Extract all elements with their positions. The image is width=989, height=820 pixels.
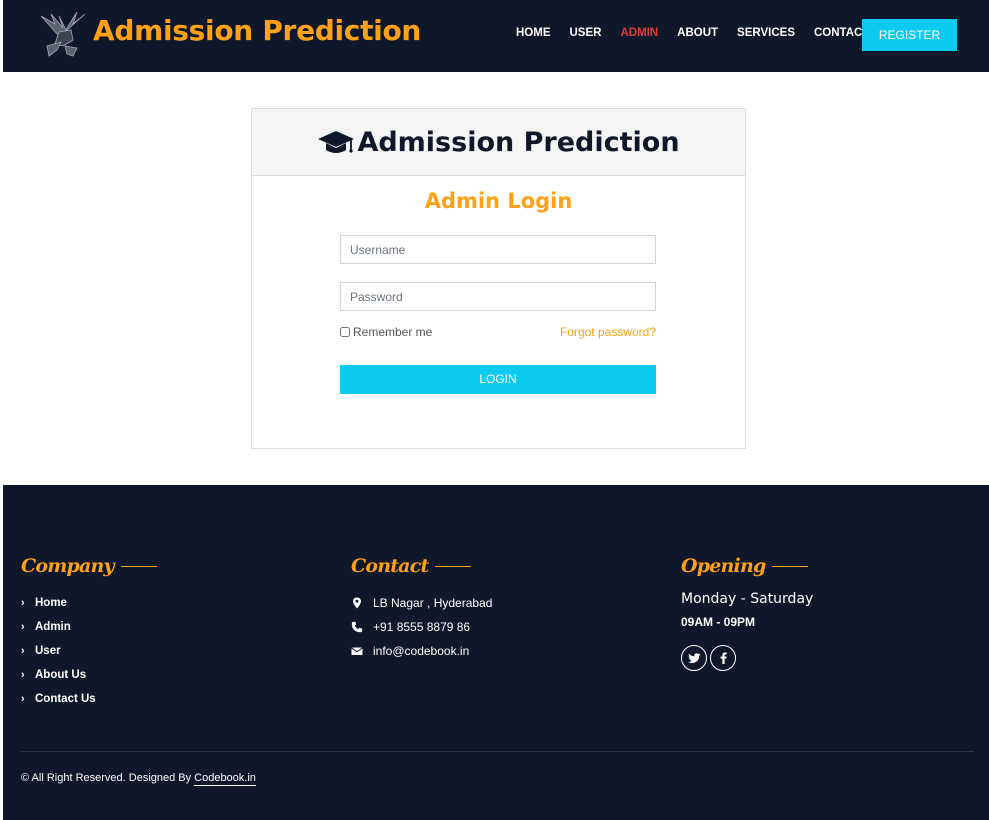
opening-hours: 09AM - 09PM — [681, 615, 756, 629]
main-nav: HOME USER ADMIN ABOUT SERVICES CONTACT — [516, 27, 888, 39]
card-header: Admission Prediction — [252, 109, 745, 176]
link-label: Admin — [35, 621, 71, 633]
heading-underline — [772, 565, 809, 567]
nav-user[interactable]: USER — [570, 27, 602, 39]
social-links — [681, 645, 813, 671]
nav-about[interactable]: ABOUT — [677, 27, 718, 39]
chevron-right-icon: › — [21, 597, 25, 609]
nav-admin[interactable]: ADMIN — [620, 27, 658, 39]
login-heading: Admin Login — [424, 189, 573, 213]
password-input[interactable] — [340, 282, 656, 311]
eagle-logo-icon[interactable] — [37, 10, 89, 60]
nav-services[interactable]: SERVICES — [737, 27, 795, 39]
footer-link-user[interactable]: › User — [21, 639, 157, 663]
company-links: › Home › Admin › User › About Us › Contact Us — [21, 591, 157, 711]
footer-link-admin[interactable]: › Admin — [21, 615, 157, 639]
contact-email: info@codebook.in — [351, 639, 492, 663]
username-input[interactable] — [340, 235, 656, 264]
link-label: Contact Us — [35, 693, 96, 705]
footer-company: Company › Home › Admin › User › About Us › Co… — [21, 555, 157, 711]
email-text[interactable]: info@codebook.in — [373, 644, 469, 658]
heading-underline — [120, 565, 157, 567]
footer: Company › Home › Admin › User › About Us › Co… — [3, 485, 989, 820]
opening-heading-text: Opening — [681, 555, 766, 577]
brand-name[interactable]: Admission Prediction — [93, 14, 421, 47]
link-label: User — [35, 645, 61, 657]
contact-phone: +91 8555 8879 86 — [351, 615, 492, 639]
link-label: About Us — [35, 669, 87, 681]
contact-address: LB Nagar , Hyderabad — [351, 591, 492, 615]
copyright: © All Right Reserved. Designed By Codebo… — [21, 772, 256, 786]
facebook-icon[interactable] — [710, 645, 736, 671]
contact-heading: Contact — [351, 555, 492, 577]
company-heading: Company — [21, 555, 157, 577]
remember-label: Remember me — [353, 325, 433, 339]
login-card: Admission Prediction Admin Login Remembe… — [251, 108, 746, 449]
contact-list: LB Nagar , Hyderabad +91 8555 8879 86 in… — [351, 591, 492, 663]
footer-divider — [21, 751, 974, 752]
footer-link-about[interactable]: › About Us — [21, 663, 157, 687]
chevron-right-icon: › — [21, 693, 25, 705]
login-button[interactable]: LOGIN — [340, 365, 656, 394]
designer-link[interactable]: Codebook.in — [194, 772, 256, 786]
address-text: LB Nagar , Hyderabad — [373, 596, 493, 610]
forgot-password-link[interactable]: Forgot password? — [560, 325, 656, 339]
page: Admission Prediction HOME USER ADMIN ABO… — [3, 0, 989, 820]
footer-link-home[interactable]: › Home — [21, 591, 157, 615]
chevron-right-icon: › — [21, 621, 25, 633]
nav-home[interactable]: HOME — [516, 27, 551, 39]
twitter-icon[interactable] — [681, 645, 707, 671]
remember-checkbox[interactable] — [340, 327, 350, 337]
copyright-text: © All Right Reserved. Designed By — [21, 772, 192, 784]
opening-days: Monday - Saturday — [681, 591, 814, 607]
link-label: Home — [35, 597, 67, 609]
card-title: Admission Prediction — [357, 126, 680, 158]
footer-contact: Contact LB Nagar , Hyderabad +91 8555 88… — [351, 555, 492, 663]
opening-heading: Opening — [681, 555, 813, 577]
chevron-right-icon: › — [21, 645, 25, 657]
footer-link-contact[interactable]: › Contact Us — [21, 687, 157, 711]
company-heading-text: Company — [21, 555, 115, 577]
map-marker-icon — [353, 597, 361, 609]
chevron-right-icon: › — [21, 669, 25, 681]
navbar: Admission Prediction HOME USER ADMIN ABO… — [3, 0, 989, 72]
footer-opening: Opening Monday - Saturday 09AM - 09PM — [681, 555, 813, 671]
heading-underline — [435, 565, 472, 567]
phone-icon — [351, 621, 363, 633]
graduation-cap-icon — [318, 131, 355, 153]
remember-me[interactable]: Remember me — [340, 325, 432, 339]
envelope-icon — [351, 647, 363, 655]
phone-text: +91 8555 8879 86 — [373, 620, 471, 634]
register-button[interactable]: REGISTER — [862, 19, 957, 51]
contact-heading-text: Contact — [351, 555, 429, 577]
